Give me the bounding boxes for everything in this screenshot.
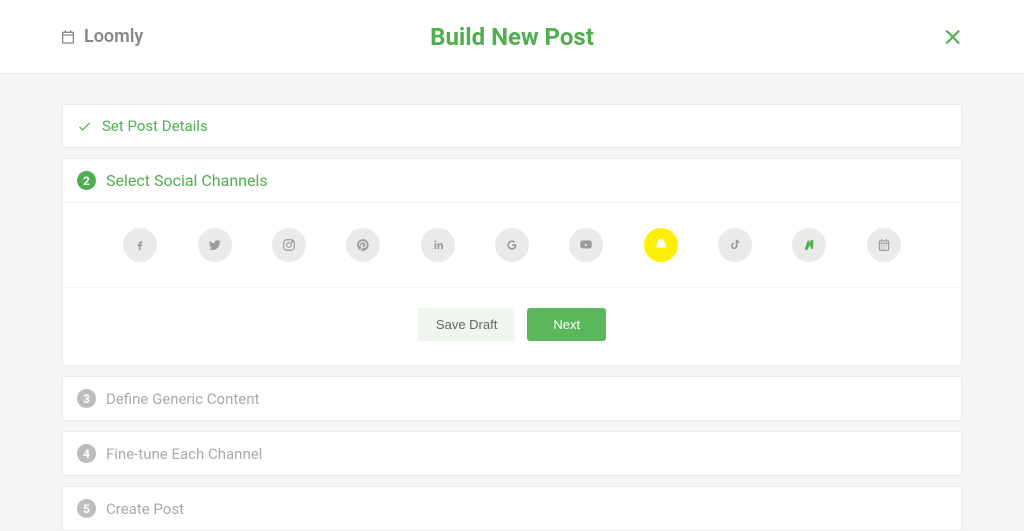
channel-pinterest[interactable] — [346, 228, 380, 262]
youtube-icon — [578, 238, 594, 252]
step-number-badge: 2 — [77, 171, 96, 190]
channel-tiktok[interactable] — [718, 228, 752, 262]
step-set-post-details[interactable]: Set Post Details — [62, 104, 962, 148]
step-actions: Save Draft Next — [63, 288, 961, 365]
channel-snapchat[interactable] — [644, 228, 678, 262]
channel-facebook[interactable] — [123, 228, 157, 262]
step-number-badge: 4 — [77, 444, 96, 463]
custom-icon — [802, 238, 816, 252]
step-select-social-channels: 2 Select Social Channels — [62, 158, 962, 366]
twitter-icon — [208, 238, 222, 252]
step-fine-tune-each-channel[interactable]: 4 Fine-tune Each Channel — [62, 431, 962, 476]
channel-youtube[interactable] — [569, 228, 603, 262]
channel-linkedin[interactable] — [421, 228, 455, 262]
brand-calendar-icon — [60, 29, 76, 45]
instagram-icon — [282, 238, 296, 252]
calendar-icon — [877, 238, 891, 252]
modal-header: Loomly Build New Post — [0, 0, 1024, 74]
pinterest-icon — [356, 238, 370, 252]
channel-calendar[interactable] — [867, 228, 901, 262]
channel-custom[interactable] — [792, 228, 826, 262]
step-define-generic-content[interactable]: 3 Define Generic Content — [62, 376, 962, 421]
close-icon[interactable] — [942, 26, 964, 48]
step-label: Define Generic Content — [106, 390, 259, 408]
step-number-badge: 5 — [77, 499, 96, 518]
brand: Loomly — [60, 26, 143, 47]
step-create-post[interactable]: 5 Create Post — [62, 486, 962, 531]
next-button[interactable]: Next — [527, 308, 606, 341]
snapchat-icon — [653, 237, 669, 253]
channel-list — [63, 203, 961, 288]
linkedin-icon — [431, 238, 445, 252]
step-label: Fine-tune Each Channel — [106, 445, 262, 463]
channel-instagram[interactable] — [272, 228, 306, 262]
google-icon — [505, 238, 519, 252]
channel-twitter[interactable] — [198, 228, 232, 262]
facebook-icon — [133, 238, 147, 252]
save-draft-button[interactable]: Save Draft — [418, 308, 515, 341]
step-label: Create Post — [106, 500, 184, 518]
step-label: Select Social Channels — [106, 171, 268, 190]
step-label: Set Post Details — [102, 117, 208, 135]
step-number-badge: 3 — [77, 389, 96, 408]
check-icon — [77, 119, 92, 134]
wizard-content: Set Post Details 2 Select Social Channel… — [0, 74, 1024, 531]
tiktok-icon — [728, 238, 742, 252]
step-header[interactable]: 2 Select Social Channels — [63, 159, 961, 203]
brand-name: Loomly — [84, 26, 143, 47]
channel-google[interactable] — [495, 228, 529, 262]
page-title: Build New Post — [430, 23, 594, 51]
